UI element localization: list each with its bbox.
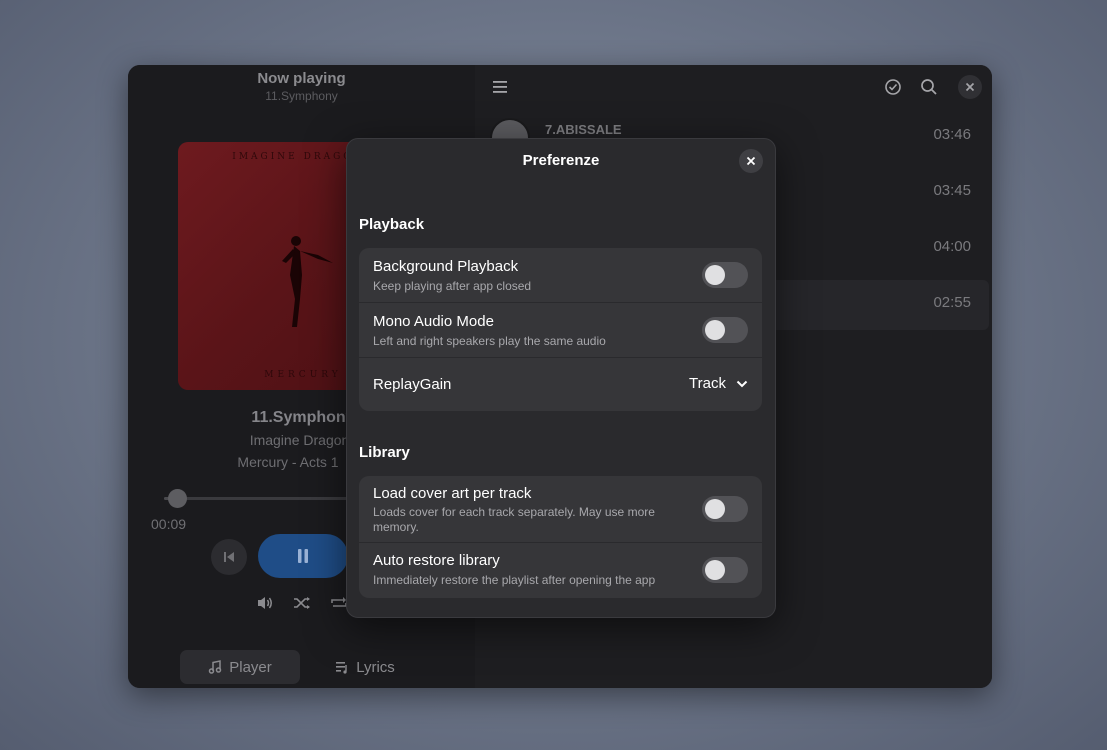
lyrics-icon xyxy=(336,662,347,674)
toggle-knob xyxy=(705,499,725,519)
track-duration: 02:55 xyxy=(933,294,971,311)
preferences-dialog: Preferenze Playback Background Playback … xyxy=(346,138,776,618)
load-cover-art-toggle[interactable] xyxy=(702,496,748,522)
row-auto-restore: Auto restore library Immediately restore… xyxy=(359,543,762,598)
close-icon xyxy=(965,82,975,92)
row-title: ReplayGain xyxy=(373,376,452,393)
progress-knob[interactable] xyxy=(168,489,187,508)
row-title: Load cover art per track xyxy=(373,485,532,502)
background-playback-toggle[interactable] xyxy=(702,262,748,288)
mono-audio-toggle[interactable] xyxy=(702,317,748,343)
music-note-icon xyxy=(208,660,222,674)
row-title: Background Playback xyxy=(373,258,519,275)
toggle-knob xyxy=(705,265,725,285)
section-title-library: Library xyxy=(359,444,410,461)
pause-icon xyxy=(298,549,308,563)
tab-lyrics-label: Lyrics xyxy=(356,658,395,676)
dialog-close-button[interactable] xyxy=(739,149,763,173)
search-icon xyxy=(921,79,937,95)
playback-group: Background Playback Keep playing after a… xyxy=(359,248,762,411)
time-elapsed: 00:09 xyxy=(151,516,187,532)
row-mono-audio: Mono Audio Mode Left and right speakers … xyxy=(359,303,762,357)
now-playing-subtitle: 11.Symphony xyxy=(265,89,338,103)
section-title-playback: Playback xyxy=(359,216,425,233)
select-icon xyxy=(885,79,901,95)
toggle-knob xyxy=(705,560,725,580)
chevron-down-icon xyxy=(736,380,748,387)
tab-player-label: Player xyxy=(229,658,272,676)
volume-icon xyxy=(258,597,272,609)
shuffle-button[interactable] xyxy=(292,593,312,613)
cover-figure-icon xyxy=(282,236,333,327)
window-close-button[interactable] xyxy=(958,75,982,99)
toggle-knob xyxy=(705,320,725,340)
previous-button[interactable] xyxy=(211,539,247,575)
dialog-title: Preferenze xyxy=(522,152,600,169)
volume-button[interactable] xyxy=(255,593,275,613)
skip-previous-icon xyxy=(224,552,234,562)
search-button[interactable] xyxy=(917,75,941,99)
track-duration: 03:46 xyxy=(933,126,971,143)
track-name: 7.ABISSALE xyxy=(545,122,622,137)
now-playing-title: Now playing xyxy=(257,70,346,87)
row-subtitle: Immediately restore the playlist after o… xyxy=(373,573,656,587)
row-background-playback: Background Playback Keep playing after a… xyxy=(359,248,762,302)
menu-button[interactable] xyxy=(488,75,512,99)
replaygain-value: Track xyxy=(689,375,726,392)
close-icon xyxy=(746,156,756,166)
row-load-cover-art: Load cover art per track Loads cover for… xyxy=(359,476,762,542)
menu-icon xyxy=(493,81,507,93)
row-subtitle: Left and right speakers play the same au… xyxy=(373,334,606,348)
row-subtitle: Loads cover for each track separately. M… xyxy=(373,505,655,534)
select-button[interactable] xyxy=(881,75,905,99)
shuffle-icon xyxy=(294,597,310,609)
row-title: Auto restore library xyxy=(373,552,500,569)
library-group: Load cover art per track Loads cover for… xyxy=(359,476,762,598)
row-title: Mono Audio Mode xyxy=(373,313,494,330)
row-replaygain: ReplayGain Track xyxy=(359,358,762,411)
track-duration: 03:45 xyxy=(933,182,971,199)
tab-lyrics[interactable]: Lyrics xyxy=(325,650,405,684)
track-duration: 04:00 xyxy=(933,238,971,255)
play-pause-button[interactable] xyxy=(258,534,348,578)
tab-player[interactable]: Player xyxy=(180,650,300,684)
auto-restore-toggle[interactable] xyxy=(702,557,748,583)
row-subtitle: Keep playing after app closed xyxy=(373,279,532,293)
replaygain-dropdown[interactable]: Track xyxy=(689,375,748,392)
